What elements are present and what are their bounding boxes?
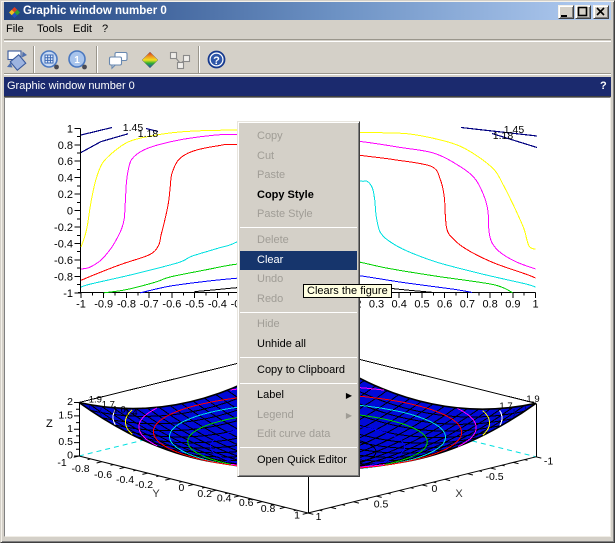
svg-text:?: ? xyxy=(213,55,220,67)
svg-text:1: 1 xyxy=(74,55,80,66)
